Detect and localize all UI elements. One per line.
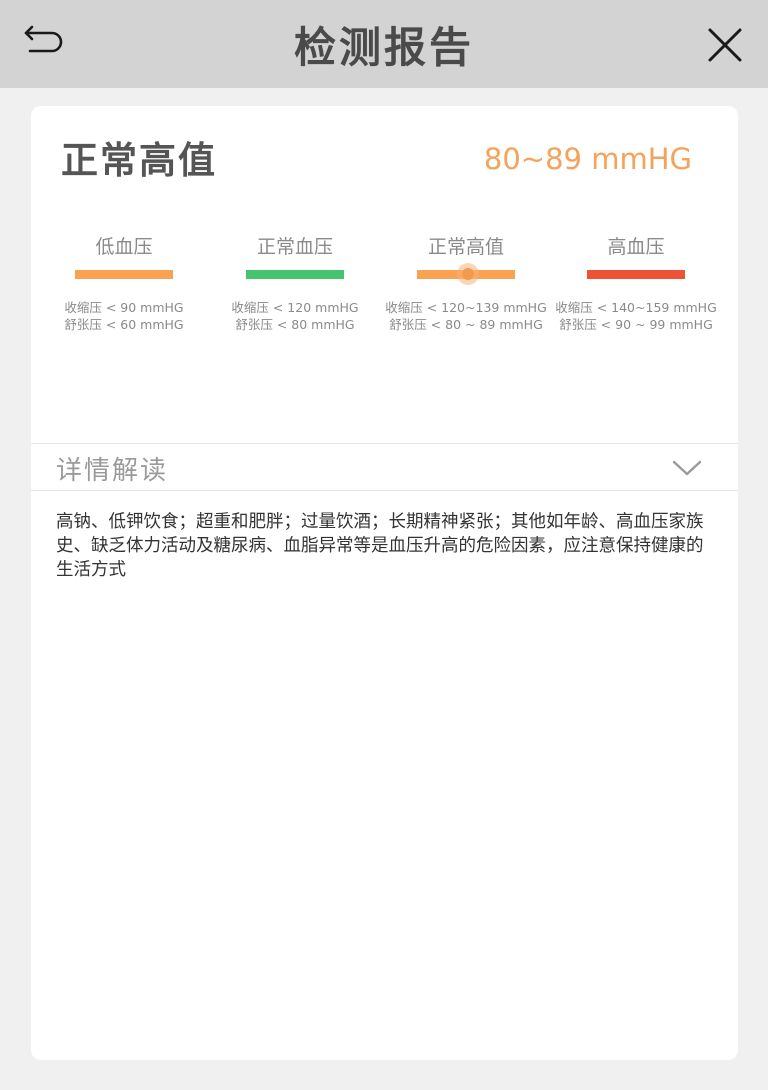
result-label: 正常高值 — [61, 139, 217, 182]
level-low: 低血压 收缩压 < 90 mmHG 舒张压 < 60 mmHG — [39, 234, 209, 333]
level-diastolic: 舒张压 < 80 mmHG — [235, 317, 355, 332]
level-diastolic: 舒张压 < 60 mmHG — [64, 317, 184, 332]
result-value: 80~89 mmHG — [483, 142, 692, 176]
details-text: 高钠、低钾饮食；超重和肥胖；过量饮酒；长期精神紧张；其他如年龄、高血压家族史、缺… — [56, 512, 704, 580]
level-diastolic: 舒张压 < 80 ~ 89 mmHG — [389, 317, 543, 332]
level-diastolic: 舒张压 < 90 ~ 99 mmHG — [559, 317, 713, 332]
level-hypertension: 高血压 收缩压 < 140~159 mmHG 舒张压 < 90 ~ 99 mmH… — [551, 234, 721, 333]
level-bar — [246, 270, 344, 279]
close-icon — [708, 28, 742, 62]
current-level-dot — [462, 268, 474, 280]
report-card: 正常高值 80~89 mmHG 低血压 收缩压 < 90 mmHG 舒张压 < … — [31, 106, 738, 1060]
level-name: 低血压 — [95, 236, 153, 258]
top-bar: 检测报告 — [0, 0, 768, 88]
level-name: 正常高值 — [427, 236, 504, 258]
level-bar — [75, 270, 173, 279]
level-bar — [417, 263, 515, 285]
divider — [31, 490, 738, 491]
level-systolic: 收缩压 < 120~139 mmHG — [385, 300, 547, 315]
chevron-down-icon[interactable] — [671, 458, 703, 478]
details-toggle[interactable]: 详情解读 — [31, 444, 738, 490]
details-title: 详情解读 — [56, 456, 169, 486]
level-name: 正常血压 — [256, 236, 333, 258]
level-systolic: 收缩压 < 120 mmHG — [231, 300, 359, 315]
level-bar — [587, 270, 685, 279]
level-normal: 正常血压 收缩压 < 120 mmHG 舒张压 < 80 mmHG — [210, 234, 380, 333]
level-systolic: 收缩压 < 90 mmHG — [64, 300, 184, 315]
level-high-normal: 正常高值 收缩压 < 120~139 mmHG 舒张压 < 80 ~ 89 mm… — [381, 234, 551, 333]
close-button[interactable] — [700, 20, 750, 70]
level-name: 高血压 — [607, 236, 665, 258]
page-title: 检测报告 — [293, 23, 474, 72]
blood-pressure-scale: 低血压 收缩压 < 90 mmHG 舒张压 < 60 mmHG 正常血压 收缩压… — [31, 234, 738, 334]
level-systolic: 收缩压 < 140~159 mmHG — [555, 300, 717, 315]
